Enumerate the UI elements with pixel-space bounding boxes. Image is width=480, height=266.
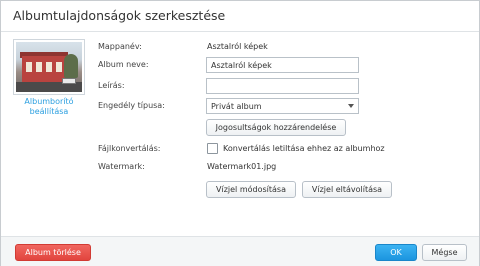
album-cover-image bbox=[16, 42, 82, 92]
permission-type-label: Engedély típusa: bbox=[98, 101, 165, 110]
file-conversion-label: Fájlkonvertálás: bbox=[98, 144, 161, 153]
assign-rights-button[interactable]: Jogosultságok hozzárendelése bbox=[206, 119, 346, 136]
thumb-car bbox=[62, 78, 76, 84]
album-cover-thumbnail[interactable] bbox=[13, 39, 85, 95]
dialog-title: Albumtulajdonságok szerkesztése bbox=[13, 8, 226, 23]
watermark-value: Watermark01.jpg bbox=[207, 162, 277, 171]
thumb-window bbox=[36, 62, 42, 72]
folder-name-label: Mappanév: bbox=[98, 42, 142, 51]
permission-type-value: Privát album bbox=[211, 102, 262, 111]
disable-conversion-checkbox[interactable] bbox=[207, 143, 218, 154]
set-cover-link-line2: beállítása bbox=[29, 107, 69, 116]
album-name-input[interactable] bbox=[206, 57, 359, 73]
disable-conversion-label[interactable]: Konvertálás letiltása ehhez az albumhoz bbox=[223, 144, 385, 153]
modify-watermark-button[interactable]: Vízjel módosítása bbox=[206, 181, 296, 198]
permission-type-select[interactable]: Privát album bbox=[206, 98, 359, 114]
cancel-button[interactable]: Mégse bbox=[422, 244, 467, 261]
album-name-label: Album neve: bbox=[98, 60, 149, 69]
set-cover-link-line1: Albumborító bbox=[24, 97, 74, 106]
set-cover-link[interactable]: Albumborító beállítása bbox=[11, 97, 87, 117]
description-label: Leírás: bbox=[98, 81, 125, 90]
watermark-label: Watermark: bbox=[98, 162, 145, 171]
chevron-down-icon bbox=[348, 104, 354, 108]
dialog-footer: Album törlése OK Mégse bbox=[1, 236, 479, 266]
thumb-window bbox=[46, 62, 52, 72]
description-input[interactable] bbox=[206, 78, 359, 94]
thumb-tree bbox=[64, 54, 78, 78]
remove-watermark-button[interactable]: Vízjel eltávolítása bbox=[302, 181, 392, 198]
folder-name-value: Asztalról képek bbox=[207, 42, 268, 51]
ok-button[interactable]: OK bbox=[375, 244, 417, 261]
title-divider bbox=[1, 31, 479, 32]
delete-album-button[interactable]: Album törlése bbox=[15, 244, 91, 261]
album-properties-dialog: Albumtulajdonságok szerkesztése Albumbor… bbox=[0, 0, 480, 266]
thumb-window bbox=[26, 62, 32, 72]
thumb-window bbox=[56, 62, 62, 72]
